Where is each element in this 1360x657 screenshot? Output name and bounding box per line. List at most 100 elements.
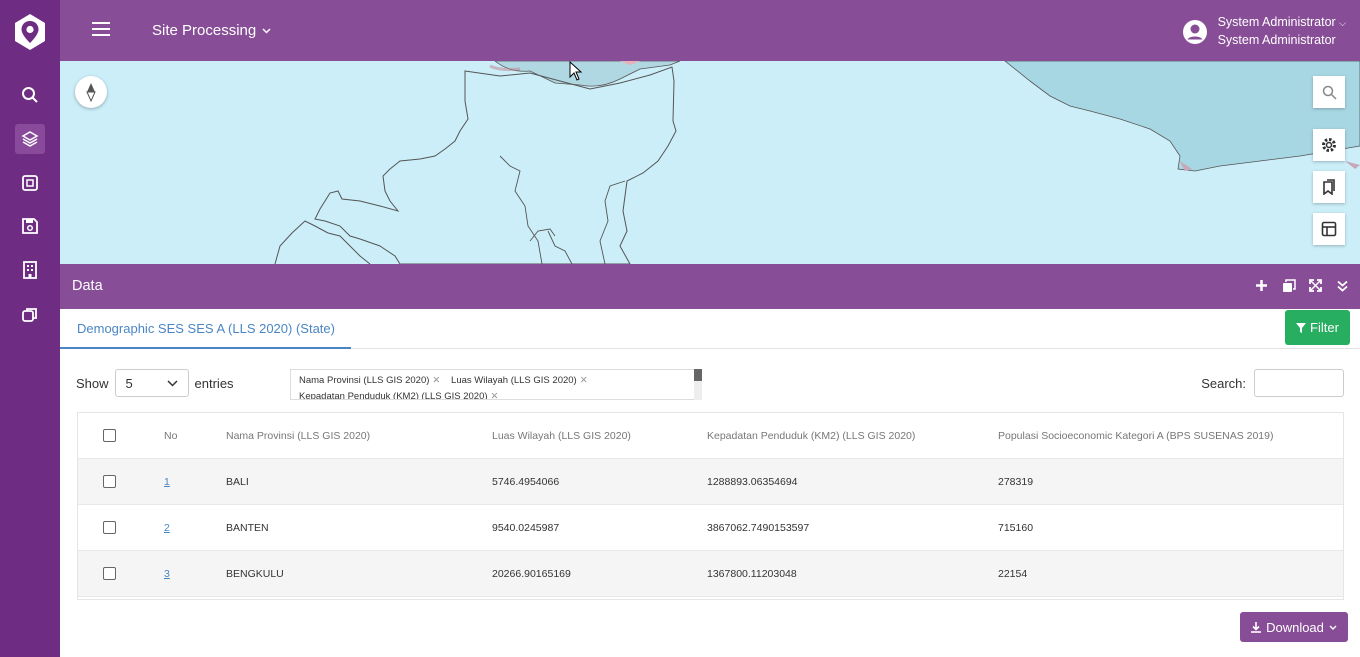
panel-title: Data bbox=[72, 278, 103, 294]
search-label: Search: bbox=[1201, 375, 1246, 391]
cell-kepadatan: 1367800.11203048 bbox=[707, 568, 797, 580]
column-header[interactable]: Kepadatan Penduduk (KM2) (LLS GIS 2020) bbox=[707, 430, 915, 442]
layers-icon bbox=[21, 131, 39, 147]
app-logo-icon[interactable] bbox=[12, 12, 48, 52]
sidebar-item-building[interactable] bbox=[15, 255, 45, 285]
table-row: 2 BANTEN 9540.0245987 3867062.7490153597… bbox=[78, 505, 1343, 551]
tab-row: Demographic SES SES A (LLS 2020) (State)… bbox=[60, 309, 1360, 349]
mouse-cursor-icon bbox=[569, 61, 583, 81]
filter-button[interactable]: Filter bbox=[1285, 310, 1350, 345]
row-checkbox[interactable] bbox=[103, 475, 116, 488]
column-header[interactable]: Luas Wilayah (LLS GIS 2020) bbox=[492, 430, 631, 442]
map-table-button[interactable] bbox=[1313, 213, 1345, 245]
cell-provinsi: BANTEN bbox=[226, 522, 269, 534]
menu-toggle-icon[interactable] bbox=[92, 22, 110, 38]
cell-provinsi: BALI bbox=[226, 476, 249, 488]
chevron-down-icon bbox=[262, 27, 271, 34]
search-input[interactable] bbox=[1254, 369, 1344, 397]
table-header: No Nama Provinsi (LLS GIS 2020) Luas Wil… bbox=[78, 413, 1343, 459]
cell-luas: 20266.90165169 bbox=[492, 568, 571, 580]
frame-icon bbox=[22, 175, 38, 191]
chevron-down-icon bbox=[167, 379, 178, 387]
table-row: 1 BALI 5746.4954066 1288893.06354694 278… bbox=[78, 459, 1343, 505]
sidebar-item-frame[interactable] bbox=[15, 168, 45, 198]
data-table: No Nama Provinsi (LLS GIS 2020) Luas Wil… bbox=[77, 412, 1344, 600]
table-row: 3 BENGKULU 20266.90165169 1367800.112030… bbox=[78, 551, 1343, 597]
cell-luas: 5746.4954066 bbox=[492, 476, 560, 488]
compass-button[interactable] bbox=[75, 76, 107, 108]
settings-icon bbox=[1322, 138, 1336, 152]
cell-populasi: 278319 bbox=[998, 476, 1034, 488]
download-label: Download bbox=[1266, 619, 1324, 635]
map-bookmark-button[interactable] bbox=[1313, 171, 1345, 203]
collapse-down-icon[interactable] bbox=[1335, 278, 1350, 293]
row-number-link[interactable]: 2 bbox=[164, 522, 170, 534]
map-search-icon bbox=[1322, 85, 1337, 100]
column-tag[interactable]: Luas Wilayah (LLS GIS 2020) ✕ bbox=[451, 375, 588, 386]
map-search-button[interactable] bbox=[1313, 76, 1345, 108]
table-icon bbox=[1321, 221, 1337, 237]
expand-icon[interactable] bbox=[1308, 278, 1323, 293]
save-icon bbox=[22, 218, 38, 234]
bookmark-icon bbox=[1323, 179, 1335, 195]
user-chevron-icon: ⌵ bbox=[1339, 18, 1346, 28]
user-role: System Administrator bbox=[1217, 33, 1336, 47]
column-header[interactable]: Populasi Socioeconomic Kategori A (BPS S… bbox=[998, 430, 1273, 442]
tag-scrollbar[interactable] bbox=[694, 369, 702, 400]
add-icon[interactable] bbox=[1254, 278, 1269, 293]
tab-demographic-ses[interactable]: Demographic SES SES A (LLS 2020) (State) bbox=[60, 309, 351, 349]
user-avatar-icon bbox=[1182, 19, 1207, 44]
map-view[interactable] bbox=[60, 61, 1360, 264]
window-restore-icon[interactable] bbox=[1281, 278, 1296, 293]
cell-kepadatan: 1288893.06354694 bbox=[707, 476, 798, 488]
column-header[interactable]: No bbox=[164, 430, 177, 442]
entries-value: 5 bbox=[125, 375, 133, 391]
cell-populasi: 22154 bbox=[998, 568, 1028, 580]
filter-icon bbox=[1296, 322, 1307, 333]
app-switcher[interactable]: Site Processing bbox=[152, 22, 271, 39]
row-number-link[interactable]: 1 bbox=[164, 476, 170, 488]
entries-label: entries bbox=[194, 375, 234, 391]
copy-icon bbox=[22, 308, 37, 322]
column-tag[interactable]: Kepadatan Penduduk (KM2) (LLS GIS 2020) ✕ bbox=[299, 391, 499, 400]
sidebar-item-search[interactable] bbox=[15, 80, 45, 110]
chevron-down-icon bbox=[1329, 625, 1337, 630]
compass-icon bbox=[86, 83, 96, 102]
cell-luas: 9540.0245987 bbox=[492, 522, 560, 534]
map-settings-button[interactable] bbox=[1313, 129, 1345, 161]
building-icon bbox=[23, 261, 37, 279]
column-tag[interactable]: Nama Provinsi (LLS GIS 2020) ✕ bbox=[299, 375, 440, 386]
search-control: Search: bbox=[1201, 369, 1344, 397]
row-checkbox[interactable] bbox=[103, 567, 116, 580]
tag-scrollbar-thumb[interactable] bbox=[694, 369, 702, 381]
row-checkbox[interactable] bbox=[103, 521, 116, 534]
entries-control: Show 5 entries bbox=[76, 369, 234, 397]
sidebar-item-layers[interactable] bbox=[15, 124, 45, 154]
table-controls: Show 5 entries Nama Provinsi (LLS GIS 20… bbox=[60, 349, 1360, 409]
column-tags[interactable]: Nama Provinsi (LLS GIS 2020) ✕ Luas Wilay… bbox=[290, 369, 702, 400]
row-number-link[interactable]: 3 bbox=[164, 568, 170, 580]
user-name: System Administrator ⌵ bbox=[1217, 15, 1346, 29]
search-icon bbox=[22, 87, 38, 103]
column-header[interactable]: Nama Provinsi (LLS GIS 2020) bbox=[226, 430, 370, 442]
filter-label: Filter bbox=[1310, 320, 1339, 335]
show-label: Show bbox=[76, 375, 109, 391]
remove-tag-icon: ✕ bbox=[432, 375, 441, 386]
cell-provinsi: BENGKULU bbox=[226, 568, 284, 580]
remove-tag-icon: ✕ bbox=[490, 391, 499, 400]
sidebar bbox=[0, 0, 60, 657]
download-button[interactable]: Download bbox=[1240, 612, 1348, 642]
download-icon bbox=[1251, 621, 1262, 633]
data-panel-header: Data bbox=[60, 264, 1360, 309]
panel-tools bbox=[1254, 278, 1350, 293]
sidebar-item-save[interactable] bbox=[15, 211, 45, 241]
sidebar-item-copy[interactable] bbox=[15, 300, 45, 330]
panel-footer: Download bbox=[60, 600, 1360, 657]
cell-kepadatan: 3867062.7490153597 bbox=[707, 522, 810, 534]
user-menu[interactable]: System Administrator ⌵ System Administra… bbox=[1182, 14, 1346, 49]
select-all-checkbox[interactable] bbox=[103, 429, 116, 442]
top-bar: Site Processing System Administrator ⌵ S… bbox=[60, 0, 1360, 61]
app-title: Site Processing bbox=[152, 22, 257, 39]
entries-select[interactable]: 5 bbox=[114, 369, 189, 397]
map-canvas bbox=[274, 61, 1360, 264]
